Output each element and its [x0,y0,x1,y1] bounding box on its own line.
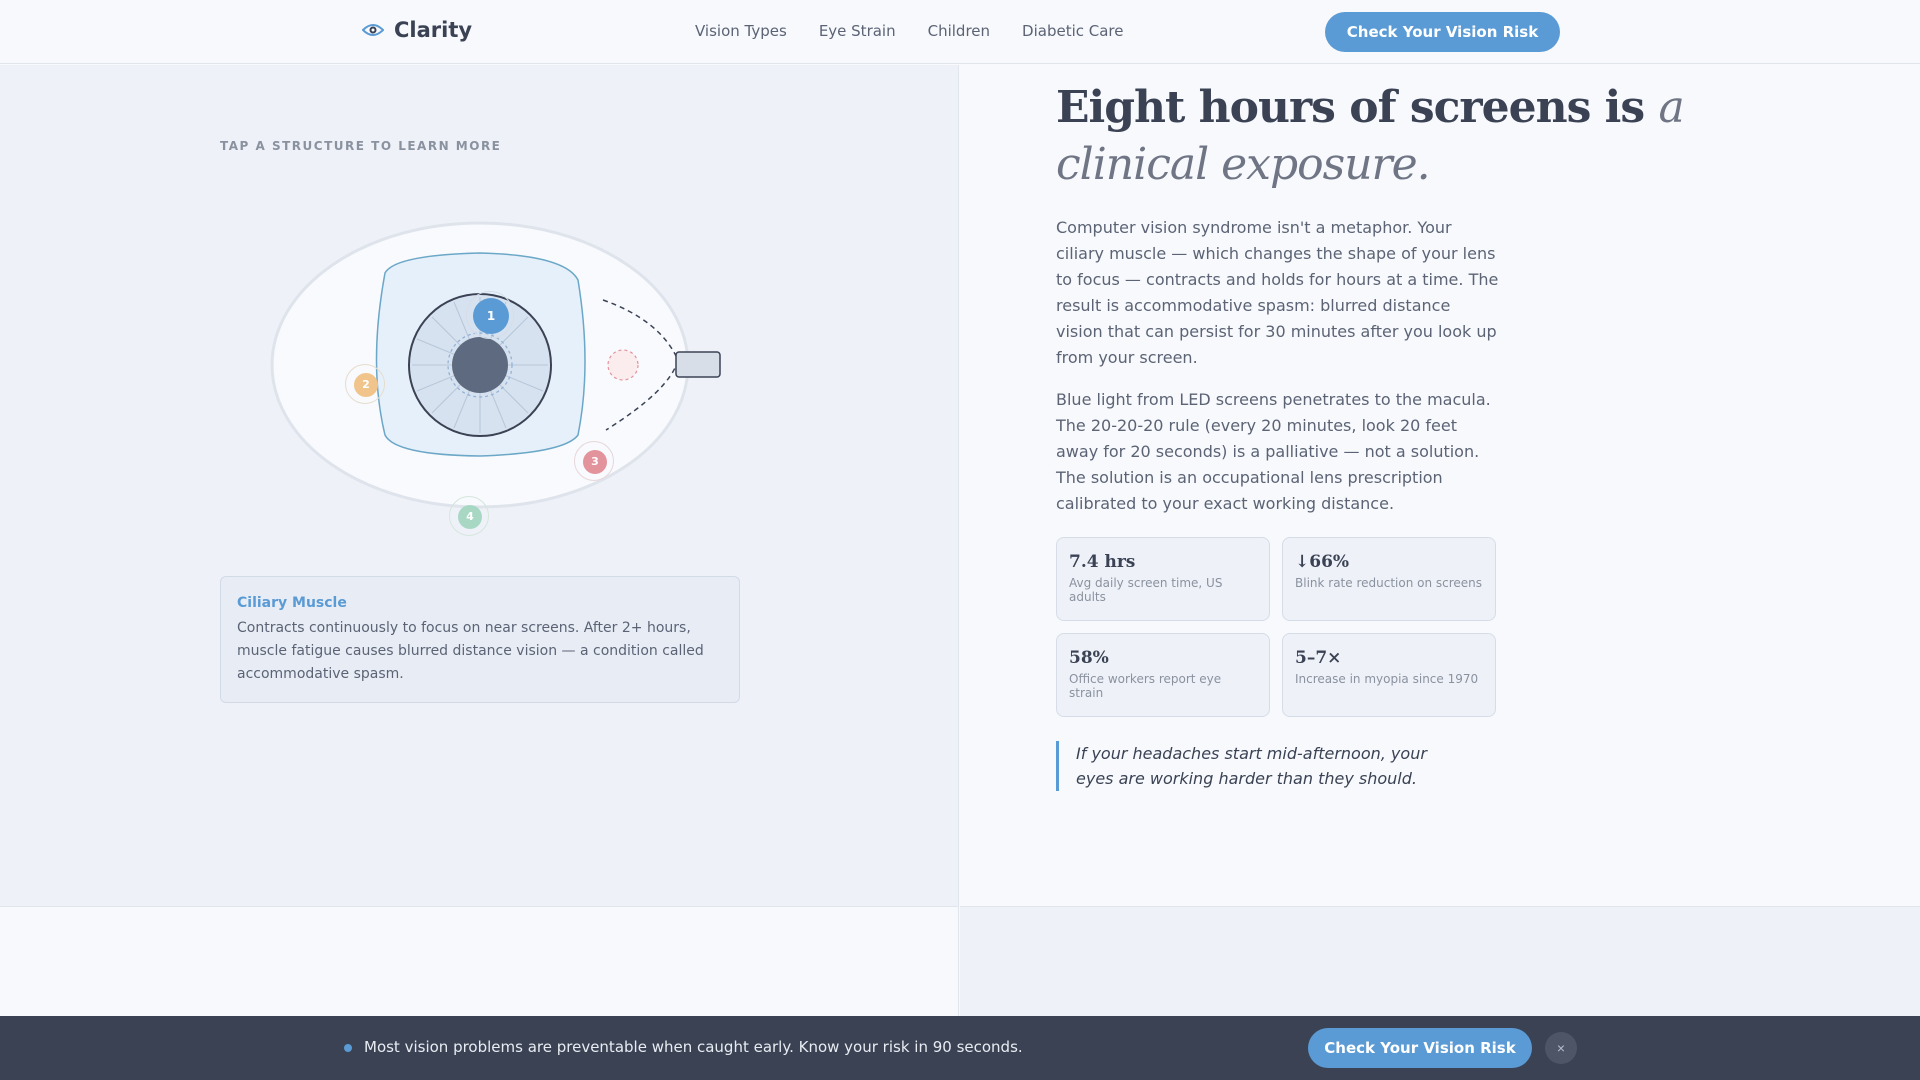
marker-4-label: 4 [458,505,482,529]
stat-value: 5–7× [1295,648,1342,668]
blue-light-paragraph: Blue light from LED screens penetrates t… [1056,390,1491,513]
tap-hint: TAP A STRUCTURE TO LEARN MORE [220,139,502,153]
close-icon[interactable]: × [1545,1032,1577,1064]
brand-logo[interactable]: Clarity [362,18,472,42]
page-headline: Eight hours of screens is a clinical exp… [1056,79,1776,193]
structure-description: Contracts continuously to focus on near … [237,620,704,682]
nav-vision-types[interactable]: Vision Types [695,22,787,40]
marker-3-label: 3 [583,450,607,474]
status-dot-icon [344,1044,352,1052]
nav-diabetic-care[interactable]: Diabetic Care [1022,22,1123,40]
check-risk-button-bar[interactable]: Check Your Vision Risk [1308,1028,1532,1068]
nav-children[interactable]: Children [928,22,990,40]
sticky-cta-bar: Most vision problems are preventable whe… [0,1016,1920,1080]
marker-1-label: 1 [473,298,509,334]
marker-4[interactable]: 4 [449,496,489,536]
structure-info-card: Ciliary Muscle Contracts continuously to… [220,576,740,703]
lower-section-left [0,906,959,1016]
eye-diagram [270,221,721,509]
marker-2[interactable]: 2 [345,364,385,404]
eye-logo-icon [362,24,384,36]
nav-eye-strain[interactable]: Eye Strain [819,22,896,40]
eye-diagram-panel: TAP A STRUCTURE TO LEARN MORE 1 2 3 4 Ci… [0,65,959,906]
check-risk-button-header[interactable]: Check Your Vision Risk [1325,12,1560,52]
marker-1-ciliary[interactable]: 1 [466,291,514,339]
lower-section-right [960,906,1920,1016]
intro-paragraph: Computer vision syndrome isn't a metapho… [1056,218,1499,367]
marker-3[interactable]: 3 [574,441,614,481]
stat-value: 58% [1069,648,1109,668]
stat-label: Office workers report eye strain [1069,672,1222,700]
stat-value: 7.4 hrs [1069,552,1136,572]
stat-label: Avg daily screen time, US adults [1069,576,1223,604]
main-nav: Vision Types Eye Strain Children Diabeti… [695,22,1124,40]
pull-quote: If your headaches start mid-afternoon, y… [1056,741,1456,791]
stat-value: ↓66% [1295,552,1350,572]
content-panel: Eight hours of screens is a clinical exp… [960,65,1920,906]
cta-bar-message: Most vision problems are preventable whe… [364,1038,1023,1056]
stats-grid: 7.4 hrs Avg daily screen time, US adults… [1056,537,1496,717]
stat-card: 5–7× Increase in myopia since 1970 [1282,633,1496,717]
stat-label: Increase in myopia since 1970 [1295,672,1479,686]
headline-main: Eight hours of screens is [1056,82,1659,133]
site-header: Clarity Vision Types Eye Strain Children… [0,0,1920,64]
stat-card: 7.4 hrs Avg daily screen time, US adults [1056,537,1270,621]
stat-card: ↓66% Blink rate reduction on screens [1282,537,1496,621]
stat-card: 58% Office workers report eye strain [1056,633,1270,717]
brand-name: Clarity [394,18,473,42]
stat-label: Blink rate reduction on screens [1295,576,1483,590]
structure-title: Ciliary Muscle [237,595,347,611]
marker-2-label: 2 [354,373,378,397]
